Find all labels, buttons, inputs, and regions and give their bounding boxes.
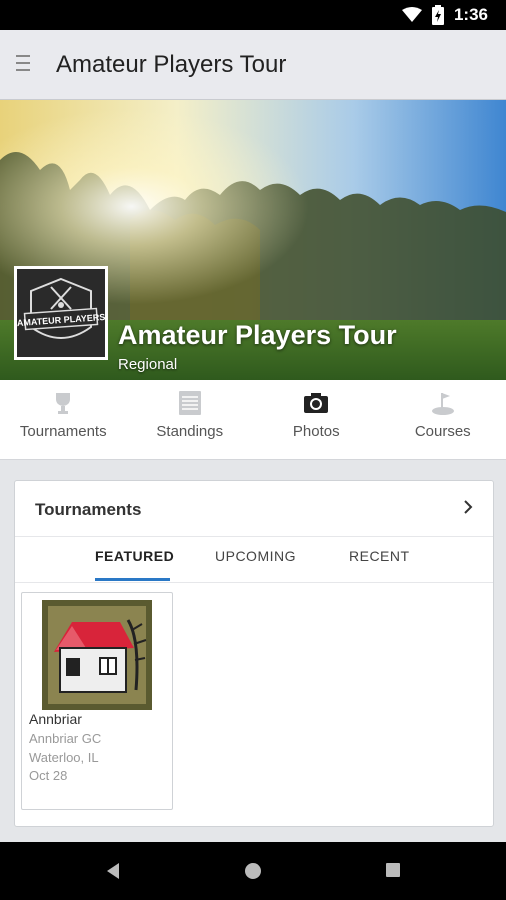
active-tab-indicator: [95, 578, 170, 581]
standings-sheet-icon: [178, 391, 201, 415]
tab-upcoming[interactable]: UPCOMING: [215, 548, 296, 564]
section-nav: Tournaments Standings Photos Courses: [0, 380, 506, 460]
card-title: Tournaments: [35, 500, 142, 519]
status-time: 1:36: [453, 5, 488, 24]
trophy-icon: [56, 393, 71, 414]
tournaments-card-header[interactable]: Tournaments: [15, 481, 493, 537]
app-title: Amateur Players Tour: [56, 51, 287, 78]
tournament-course: Annbriar GC: [29, 731, 102, 746]
nav-item-tournaments[interactable]: Tournaments: [0, 380, 127, 460]
tournament-date: Oct 28: [29, 768, 68, 783]
tournament-name: Annbriar: [29, 711, 82, 727]
hero-banner: AMATEUR PLAYERS Amateur Players Tour Reg…: [0, 100, 506, 380]
tour-logo: AMATEUR PLAYERS: [14, 266, 108, 360]
status-bar: 1:36: [0, 0, 506, 30]
wifi-icon: [401, 7, 422, 22]
tournaments-card: Tournaments FEATURED UPCOMING RECENT Ann…: [14, 480, 494, 827]
nav-label: Standings: [156, 423, 224, 440]
hero-subtitle: Regional: [118, 356, 178, 373]
chevron-right-icon[interactable]: [461, 499, 475, 515]
nav-item-standings[interactable]: Standings: [127, 380, 254, 460]
tournament-location: Waterloo, IL: [29, 750, 99, 765]
recents-icon[interactable]: [385, 862, 401, 878]
menu-icon[interactable]: [16, 55, 32, 75]
camera-icon: [304, 393, 329, 413]
golf-flag-icon: [431, 393, 454, 415]
tournament-tabs: FEATURED UPCOMING RECENT: [15, 537, 493, 583]
nav-label: Photos: [292, 423, 340, 440]
nav-label: Courses: [414, 423, 471, 440]
battery-icon: [431, 5, 444, 25]
nav-item-photos[interactable]: Photos: [253, 380, 380, 460]
tab-recent[interactable]: RECENT: [349, 548, 410, 564]
back-icon[interactable]: [104, 862, 122, 880]
home-icon[interactable]: [244, 862, 262, 880]
hero-title: Amateur Players Tour: [118, 320, 397, 350]
tournament-image: [42, 600, 152, 710]
app-bar: Amateur Players Tour: [0, 30, 506, 100]
tab-featured[interactable]: FEATURED: [95, 548, 174, 564]
nav-item-courses[interactable]: Courses: [380, 380, 506, 460]
nav-label: Tournaments: [19, 423, 107, 440]
tournament-tile[interactable]: Annbriar Annbriar GC Waterloo, IL Oct 28: [21, 592, 173, 810]
system-nav-bar: [0, 842, 506, 900]
